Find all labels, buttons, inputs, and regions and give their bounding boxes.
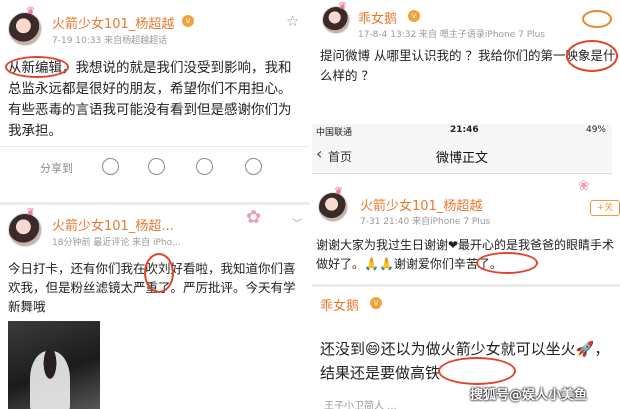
post-card-4: ♛ 火箭少女101_杨超越 7-31 21:40 来自iPhone 7 Plus… bbox=[312, 176, 620, 282]
status-bar: 中国联通 21:46 49% bbox=[312, 124, 612, 138]
back-label[interactable]: 首页 bbox=[328, 148, 352, 165]
username[interactable]: 乖女鹅 bbox=[320, 295, 359, 314]
post-text: 谢谢大家为我过生日谢谢❤最开心的是我爸爸的眼睛手术做好了。🙏🙏谢谢爱你们辛苦了。 bbox=[316, 238, 615, 271]
username[interactable]: 乖女鹅 bbox=[358, 8, 397, 27]
moments-icon[interactable] bbox=[148, 158, 165, 175]
post-meta: 7-19 10:33 来自杨超越超话 bbox=[52, 36, 168, 46]
post-meta: 17-8-4 13:32 来自 嗯主子语录iPhone 7 Plus bbox=[358, 30, 546, 40]
wechat-icon[interactable] bbox=[102, 158, 119, 175]
username[interactable]: 火箭少女101_杨超... bbox=[52, 215, 174, 234]
follow-button[interactable]: +关 bbox=[590, 200, 620, 216]
page-title: 微博正文 bbox=[436, 151, 489, 166]
verified-badge-icon: v bbox=[408, 10, 420, 22]
annotation-circle bbox=[438, 357, 516, 385]
post-footer: 王子小卫简人 ... bbox=[324, 401, 397, 409]
decoration-sticker-icon: ✿ bbox=[246, 207, 262, 228]
crown-icon: ♛ bbox=[26, 6, 35, 17]
annotation-circle bbox=[566, 40, 618, 72]
star-icon[interactable]: ☆ bbox=[286, 12, 299, 30]
post-photo[interactable] bbox=[8, 321, 100, 409]
annotation-arc bbox=[582, 10, 612, 28]
annotation-circle bbox=[476, 252, 538, 274]
username[interactable]: 火箭少女101_杨超越 bbox=[52, 13, 174, 32]
weibo-icon[interactable] bbox=[196, 158, 213, 175]
avatar[interactable] bbox=[318, 192, 348, 222]
back-icon[interactable]: ‹ bbox=[316, 144, 322, 163]
status-time: 21:46 bbox=[450, 125, 479, 135]
crown-icon: ♛ bbox=[338, 1, 347, 12]
annotation-circle bbox=[5, 56, 69, 78]
nav-bar: ‹ 首页 微博正文 bbox=[312, 138, 612, 174]
username[interactable]: 火箭少女101_杨超越 bbox=[360, 195, 482, 214]
divider bbox=[0, 146, 310, 147]
carrier: 中国联通 bbox=[316, 128, 353, 138]
verified-badge-icon: v bbox=[370, 297, 382, 309]
avatar[interactable] bbox=[8, 12, 42, 46]
photo-figure bbox=[30, 351, 70, 409]
battery-level: 49% bbox=[585, 125, 606, 135]
post-card-1: ♛ 火箭少女101_杨超越 v 7-19 10:33 来自杨超越超话 ☆ 从新编… bbox=[0, 0, 310, 200]
chevron-down-icon[interactable]: ﹀ bbox=[292, 215, 302, 230]
avatar[interactable] bbox=[8, 213, 42, 247]
share-label: 分享到 bbox=[40, 162, 73, 175]
post-card-3: ♛ 乖女鹅 v 17-8-4 13:32 来自 嗯主子语录iPhone 7 Pl… bbox=[312, 0, 620, 122]
crown-icon: ♛ bbox=[334, 186, 343, 197]
post-card-2: ♛ 火箭少女101_杨超... 18分钟前 最近评论 来自 iPho... ✿ … bbox=[0, 202, 310, 409]
crown-icon: ♛ bbox=[26, 207, 35, 218]
decoration-sticker-icon: ❀ bbox=[578, 178, 590, 194]
annotation-circle bbox=[144, 253, 174, 293]
post-meta: 7-31 21:40 来自iPhone 7 Plus bbox=[360, 217, 491, 227]
verified-badge-icon: v bbox=[182, 15, 194, 27]
qq-icon[interactable] bbox=[245, 158, 262, 175]
post-meta: 18分钟前 最近评论 来自 iPho... bbox=[52, 238, 181, 248]
watermark: 搜狐号@娱人小美鱼 bbox=[470, 388, 588, 403]
